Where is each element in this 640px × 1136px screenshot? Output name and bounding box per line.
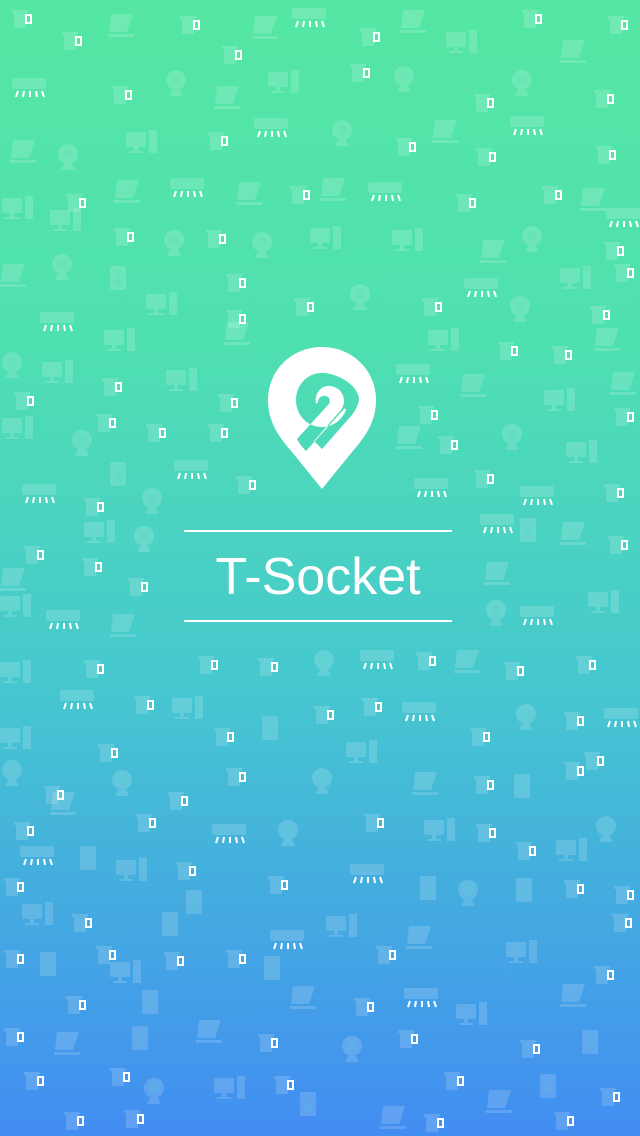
splash-branding: T-Socket [184,345,452,625]
splash-screen: T-Socket [0,0,640,1136]
app-name: T-Socket [215,548,421,606]
title-divider-top [184,530,452,532]
location-pin-logo-icon [268,347,376,489]
title-divider-bottom [184,620,452,622]
